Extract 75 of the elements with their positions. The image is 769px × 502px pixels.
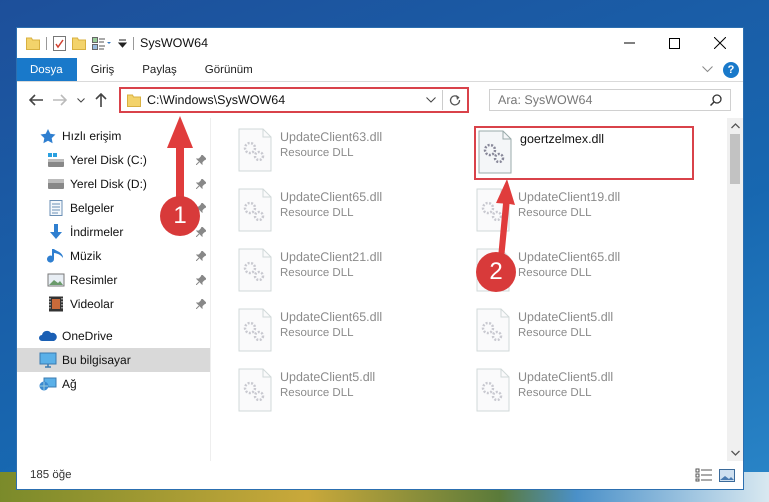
gear-file-icon	[476, 368, 510, 412]
sidebar-item[interactable]: Müzik	[70, 249, 102, 263]
music-note-icon	[47, 248, 65, 264]
scrollbar[interactable]	[727, 118, 743, 461]
pin-icon[interactable]	[196, 275, 206, 285]
gear-file-icon	[238, 248, 272, 292]
file-type: Resource DLL	[280, 147, 355, 159]
sidebar-item[interactable]: Ağ	[62, 377, 77, 391]
dropdown-caret-icon[interactable]	[118, 38, 127, 48]
gear-file-icon	[238, 128, 272, 172]
globe-monitor-icon	[39, 376, 57, 392]
cloud-icon	[39, 328, 57, 344]
sidebar-item[interactable]: Bu bilgisayar	[62, 353, 131, 367]
drive-icon	[47, 152, 65, 168]
file-type: Resource DLL	[518, 327, 593, 339]
sidebar-item[interactable]: Hızlı erişim	[62, 129, 122, 143]
sidebar-item[interactable]: Yerel Disk (D:)	[70, 177, 147, 191]
sidebar-item[interactable]: Videolar	[70, 297, 114, 311]
sidebar-item[interactable]: Resimler	[70, 273, 118, 287]
gear-file-icon	[476, 308, 510, 352]
gear-file-icon	[238, 308, 272, 352]
sidebar-item[interactable]: Yerel Disk (C:)	[70, 153, 147, 167]
folder-icon	[127, 94, 141, 106]
up-arrow-icon[interactable]	[95, 93, 107, 107]
close-icon[interactable]	[714, 37, 726, 49]
pin-icon[interactable]	[196, 179, 206, 189]
details-view-icon[interactable]	[695, 468, 713, 482]
refresh-icon[interactable]	[449, 94, 461, 106]
picture-icon	[47, 272, 65, 288]
file-type: Resource DLL	[518, 267, 593, 279]
item-count: 185 öğe	[30, 469, 72, 481]
chevron-up-icon[interactable]	[730, 123, 740, 129]
file-type: Resource DLL	[280, 207, 355, 219]
drive-icon	[47, 176, 65, 192]
ribbon-tab[interactable]: Giriş	[76, 58, 128, 81]
pin-icon[interactable]	[196, 203, 206, 213]
address-field[interactable]: C:\Windows\SysWOW64	[119, 87, 469, 113]
file-type: Resource DLL	[518, 207, 593, 219]
ribbon-tab[interactable]: Paylaş	[128, 58, 191, 81]
gear-file-icon	[238, 188, 272, 232]
ribbon-tab[interactable]: Görünüm	[190, 58, 267, 81]
properties-icon[interactable]	[92, 36, 112, 50]
file-type: Resource DLL	[280, 267, 355, 279]
sidebar-item[interactable]: Belgeler	[70, 201, 114, 215]
file-name[interactable]: goertzelmex.dll	[520, 132, 604, 146]
monitor-icon	[39, 352, 57, 368]
pin-icon[interactable]	[196, 227, 206, 237]
checklist-icon[interactable]	[53, 36, 66, 50]
down-arrow-icon	[47, 224, 65, 240]
window-title: SysWOW64	[140, 36, 208, 50]
file-type: Resource DLL	[518, 387, 593, 399]
sidebar-item[interactable]: İndirmeler	[70, 225, 124, 239]
gear-file-icon	[238, 368, 272, 412]
maximize-icon[interactable]	[669, 38, 680, 48]
search-field[interactable]: Ara: SysWOW64	[489, 89, 731, 111]
help-button[interactable]: ?	[723, 62, 739, 78]
star-icon	[39, 128, 57, 144]
document-icon	[47, 200, 65, 216]
sidebar-item[interactable]: OneDrive	[62, 329, 113, 343]
file-type: Resource DLL	[280, 387, 355, 399]
back-arrow-icon[interactable]	[29, 94, 43, 106]
chevron-down-icon[interactable]	[426, 97, 436, 103]
gear-file-icon	[478, 130, 512, 174]
pin-icon[interactable]	[196, 251, 206, 261]
chevron-down-icon[interactable]	[77, 98, 85, 102]
picture-view-icon[interactable]	[719, 468, 735, 482]
file-type: Resource DLL	[280, 327, 355, 339]
pin-icon[interactable]	[196, 155, 206, 165]
ribbon-tab[interactable]: Dosya	[17, 58, 77, 81]
pin-icon[interactable]	[196, 299, 206, 309]
minimize-icon[interactable]	[624, 42, 635, 44]
film-icon	[47, 296, 65, 312]
scrollbar-thumb[interactable]	[730, 134, 740, 184]
search-icon[interactable]	[710, 94, 722, 106]
chevron-down-icon[interactable]	[730, 450, 740, 456]
